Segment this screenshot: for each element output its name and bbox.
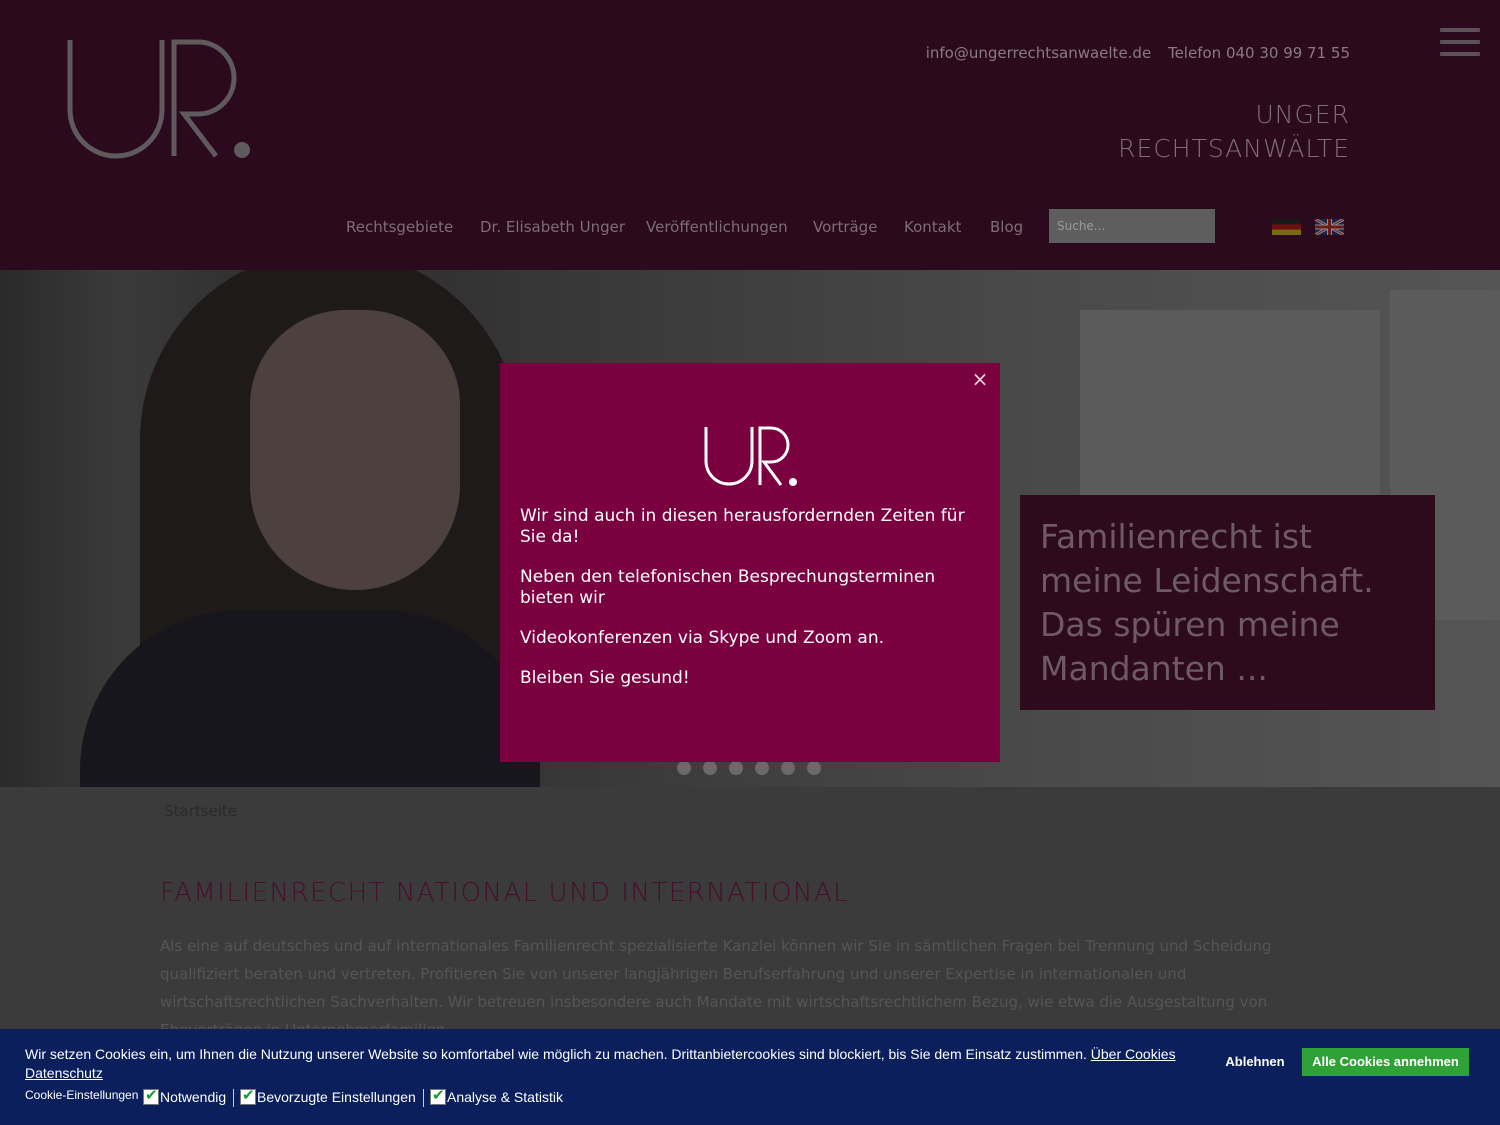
ur-logo-white [704, 426, 797, 486]
modal-paragraph: Bleiben Sie gesund! [520, 668, 690, 688]
search-input[interactable] [1049, 209, 1215, 243]
nav-item-blog[interactable]: Blog [990, 218, 1023, 236]
privacy-link[interactable]: Datenschutz [25, 1065, 103, 1081]
modal-paragraph: Videokonferenzen via Skype und Zoom an. [520, 628, 884, 648]
nav-item-dr-elisabeth-unger[interactable]: Dr. Elisabeth Unger [480, 218, 625, 236]
phone-number[interactable]: Telefon 040 30 99 71 55 [1168, 44, 1350, 62]
cookie-option-statistics[interactable]: Analyse & Statistik [430, 1086, 563, 1105]
breadcrumb[interactable]: Startseite [164, 802, 237, 820]
nav-item-rechtsgebiete[interactable]: Rechtsgebiete [346, 218, 453, 236]
hero-quote-box: Familienrecht ist meine Leidenschaft. Da… [1020, 495, 1435, 710]
contact-info: info@ungerrechtsanwaelte.de Telefon 040 … [914, 44, 1350, 62]
nav-item-kontakt[interactable]: Kontakt [904, 218, 961, 236]
cookie-banner: Wir setzen Cookies ein, um Ihnen die Nut… [0, 1029, 1500, 1125]
slider-dot[interactable] [755, 761, 769, 775]
page-title: FAMILIENRECHT NATIONAL UND INTERNATIONAL [160, 878, 850, 908]
menu-icon[interactable] [1440, 28, 1480, 58]
checkbox-checked-icon[interactable] [143, 1086, 159, 1105]
modal-body: Wir sind auch in diesen herausfordernden… [520, 506, 980, 708]
site-header: info@ungerrechtsanwaelte.de Telefon 040 … [0, 0, 1500, 270]
brand-line1: UNGER [1255, 100, 1350, 129]
checkbox-checked-icon[interactable] [430, 1086, 446, 1105]
cookie-text: Wir setzen Cookies ein, um Ihnen die Nut… [25, 1045, 1205, 1083]
german-flag-icon[interactable] [1272, 219, 1301, 235]
cookie-option-label: Analyse & Statistik [447, 1089, 563, 1105]
intro-text: Als eine auf deutsches und auf internati… [160, 937, 1272, 1039]
uk-flag-icon[interactable] [1315, 219, 1344, 235]
cookie-settings-label: Cookie-Einstellungen [25, 1088, 139, 1102]
email-link[interactable]: info@ungerrechtsanwaelte.de [926, 44, 1152, 62]
cookie-option-preferences[interactable]: Bevorzugte Einstellungen [240, 1086, 416, 1105]
divider [233, 1089, 234, 1107]
portrait-face [250, 310, 460, 590]
cookie-option-necessary[interactable]: Notwendig [143, 1086, 227, 1105]
modal-paragraph: Neben den telefonischen Besprechungsterm… [520, 567, 936, 608]
brand-line2: RECHTSANWÄLTE [1118, 134, 1350, 163]
about-cookies-link[interactable]: Über Cookies [1091, 1046, 1176, 1062]
nav-item-veroeffentlichungen[interactable]: Veröffentlichungen [646, 218, 788, 236]
cookie-option-label: Bevorzugte Einstellungen [257, 1089, 416, 1105]
hero-quote: Familienrecht ist meine Leidenschaft. Da… [1040, 517, 1374, 688]
slider-dot[interactable] [677, 761, 691, 775]
nav-item-vortraege[interactable]: Vorträge [813, 218, 877, 236]
close-icon[interactable]: × [970, 369, 990, 389]
ur-logo[interactable] [66, 38, 256, 162]
modal-paragraph: Wir sind auch in diesen herausfordernden… [520, 506, 965, 547]
divider [423, 1089, 424, 1107]
slider-dot[interactable] [703, 761, 717, 775]
announcement-modal: × Wir sind auch in diesen herausfordernd… [500, 363, 1000, 762]
slider-dot[interactable] [807, 761, 821, 775]
decline-cookies-button[interactable]: Ablehnen [1217, 1048, 1293, 1076]
cookie-option-label: Notwendig [160, 1089, 227, 1105]
brand-name: UNGER RECHTSANWÄLTE [1118, 98, 1350, 166]
slider-dot[interactable] [781, 761, 795, 775]
slider-dot[interactable] [729, 761, 743, 775]
cookie-message: Wir setzen Cookies ein, um Ihnen die Nut… [25, 1046, 1087, 1062]
checkbox-checked-icon[interactable] [240, 1086, 256, 1105]
accept-all-cookies-button[interactable]: Alle Cookies annehmen [1302, 1048, 1469, 1076]
